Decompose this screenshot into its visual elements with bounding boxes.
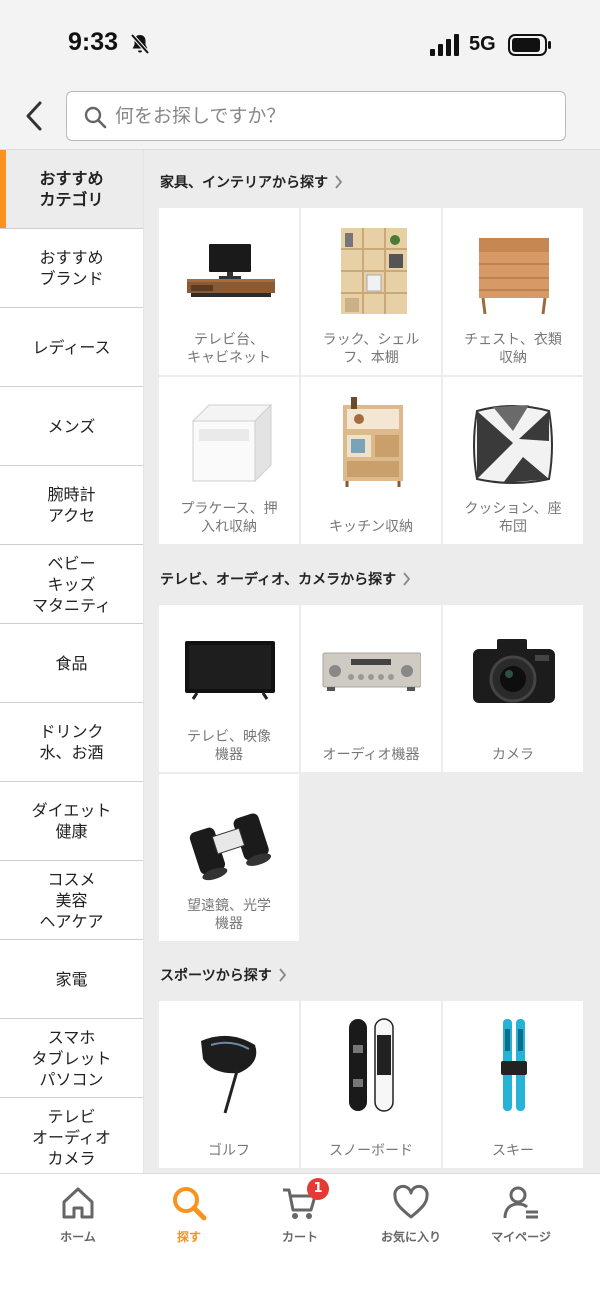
section-title-sports[interactable]: スポーツから探す: [160, 965, 287, 985]
sidebar-item-watches[interactable]: 腕時計 アクセ: [0, 466, 143, 545]
search-box[interactable]: [66, 91, 566, 141]
cushion-icon: [473, 405, 553, 484]
network-type: 5G: [469, 33, 496, 55]
search-header: [0, 88, 600, 150]
chevron-right-icon: [403, 572, 411, 586]
category-card-storage-case[interactable]: プラケース、押 入れ収納: [159, 377, 299, 544]
card-label: ラック、シェル フ、本棚: [322, 332, 420, 366]
category-card-binoculars[interactable]: 望遠鏡、光学 機器: [159, 774, 299, 941]
amplifier-icon: [322, 652, 421, 691]
category-content: 家具、インテリアから探す テレビ台、 キャビネット ラック、シェル フ、本棚 チ…: [144, 150, 600, 1173]
sidebar-item-baby-kids[interactable]: ベビー キッズ マタニティ: [0, 545, 143, 624]
search-icon: [84, 106, 107, 129]
category-card-kitchen-storage[interactable]: キッチン収納: [301, 377, 441, 544]
golf-driver-icon: [201, 1035, 257, 1114]
category-card-chest[interactable]: チェスト、衣類 収納: [443, 208, 583, 375]
tv-icon: [185, 641, 275, 700]
card-label: テレビ、映像 機器: [187, 729, 271, 763]
storage-case-icon: [191, 403, 273, 483]
sidebar-item-food[interactable]: 食品: [0, 624, 143, 703]
sidebar-item-recommended-brand[interactable]: おすすめ ブランド: [0, 229, 143, 308]
nav-cart-label: カート: [281, 1230, 318, 1244]
section-title-label: テレビ、オーディオ、カメラから探す: [160, 572, 397, 588]
card-label: スキー: [492, 1143, 534, 1159]
category-card-tv-stand[interactable]: テレビ台、 キャビネット: [159, 208, 299, 375]
nav-favorites-label: お気に入り: [380, 1230, 441, 1244]
category-card-tv[interactable]: テレビ、映像 機器: [159, 605, 299, 772]
sidebar-item-ladies[interactable]: レディース: [0, 308, 143, 387]
card-label: 望遠鏡、光学 機器: [187, 898, 271, 932]
status-time: 9:33: [68, 28, 119, 56]
heart-icon: [393, 1184, 429, 1219]
bottom-nav: ホーム 探す 1 カート お気に入り マイページ: [0, 1173, 600, 1301]
category-sidebar: おすすめ カテゴリ おすすめ ブランド レディース メンズ 腕時計 アクセ ベビ…: [0, 150, 144, 1173]
tv-stand-icon: [187, 244, 275, 297]
chest-icon: [479, 238, 549, 315]
nav-mypage-label: マイページ: [491, 1230, 551, 1244]
category-card-audio[interactable]: オーディオ機器: [301, 605, 441, 772]
category-card-rack-shelf[interactable]: ラック、シェル フ、本棚: [301, 208, 441, 375]
chevron-right-icon: [335, 175, 343, 189]
section-title-tv-audio-camera[interactable]: テレビ、オーディオ、カメラから探す: [160, 569, 411, 589]
signal-icon: [430, 34, 459, 56]
category-card-ski[interactable]: スキー: [443, 1001, 583, 1168]
sidebar-item-cosmetics[interactable]: コスメ 美容 ヘアケア: [0, 861, 143, 940]
card-label: オーディオ機器: [322, 747, 420, 763]
card-label: プラケース、押 入れ収納: [180, 501, 278, 535]
nav-search[interactable]: 探す: [129, 1184, 249, 1254]
section-title-label: スポーツから探す: [160, 968, 272, 984]
sidebar-item-mens[interactable]: メンズ: [0, 387, 143, 466]
back-arrow-icon: [26, 101, 42, 131]
card-label: スノーボード: [329, 1143, 413, 1159]
card-label: カメラ: [492, 747, 534, 763]
search-icon: [173, 1187, 207, 1221]
nav-home[interactable]: ホーム: [18, 1184, 138, 1254]
chevron-right-icon: [279, 968, 286, 982]
bookshelf-icon: [341, 228, 407, 314]
nav-cart[interactable]: 1 カート: [240, 1178, 360, 1254]
nav-home-label: ホーム: [60, 1230, 96, 1244]
sidebar-item-diet-health[interactable]: ダイエット 健康: [0, 782, 143, 861]
battery-icon: [508, 34, 551, 56]
sidebar-item-recommended-category[interactable]: おすすめ カテゴリ: [0, 150, 143, 229]
category-card-snowboard[interactable]: スノーボード: [301, 1001, 441, 1168]
cart-badge: 1: [307, 1178, 329, 1200]
nav-search-label: 探す: [176, 1230, 201, 1244]
category-card-cushion[interactable]: クッション、座 布団: [443, 377, 583, 544]
card-label: ゴルフ: [208, 1143, 250, 1159]
user-icon: [503, 1186, 538, 1219]
nav-mypage[interactable]: マイページ: [461, 1184, 581, 1254]
section-title-furniture[interactable]: 家具、インテリアから探す: [160, 172, 343, 192]
home-icon: [62, 1187, 94, 1219]
category-card-camera[interactable]: カメラ: [443, 605, 583, 772]
card-label: テレビ台、 キャビネット: [187, 332, 271, 366]
binoculars-icon: [189, 813, 272, 881]
camera-icon: [473, 639, 555, 703]
kitchen-rack-icon: [343, 397, 403, 487]
sidebar-item-smartphones[interactable]: スマホ タブレット パソコン: [0, 1019, 143, 1098]
sidebar-item-drinks[interactable]: ドリンク 水、お酒: [0, 703, 143, 782]
back-button[interactable]: [16, 96, 52, 136]
card-label: クッション、座 布団: [464, 501, 562, 535]
sidebar-item-appliances[interactable]: 家電: [0, 940, 143, 1019]
status-bar: 9:33 5G: [0, 0, 600, 88]
nav-favorites[interactable]: お気に入り: [351, 1184, 471, 1254]
sidebar-item-tv-audio-camera[interactable]: テレビ オーディオ カメラ: [0, 1098, 143, 1173]
section-title-label: 家具、インテリアから探す: [160, 175, 328, 191]
snowboard-icon: [349, 1018, 394, 1112]
card-label: チェスト、衣類 収納: [464, 332, 562, 366]
search-input[interactable]: [115, 92, 555, 140]
bell-off-icon: [130, 33, 150, 55]
ski-icon: [501, 1019, 527, 1111]
category-card-golf[interactable]: ゴルフ: [159, 1001, 299, 1168]
card-label: キッチン収納: [329, 519, 413, 535]
